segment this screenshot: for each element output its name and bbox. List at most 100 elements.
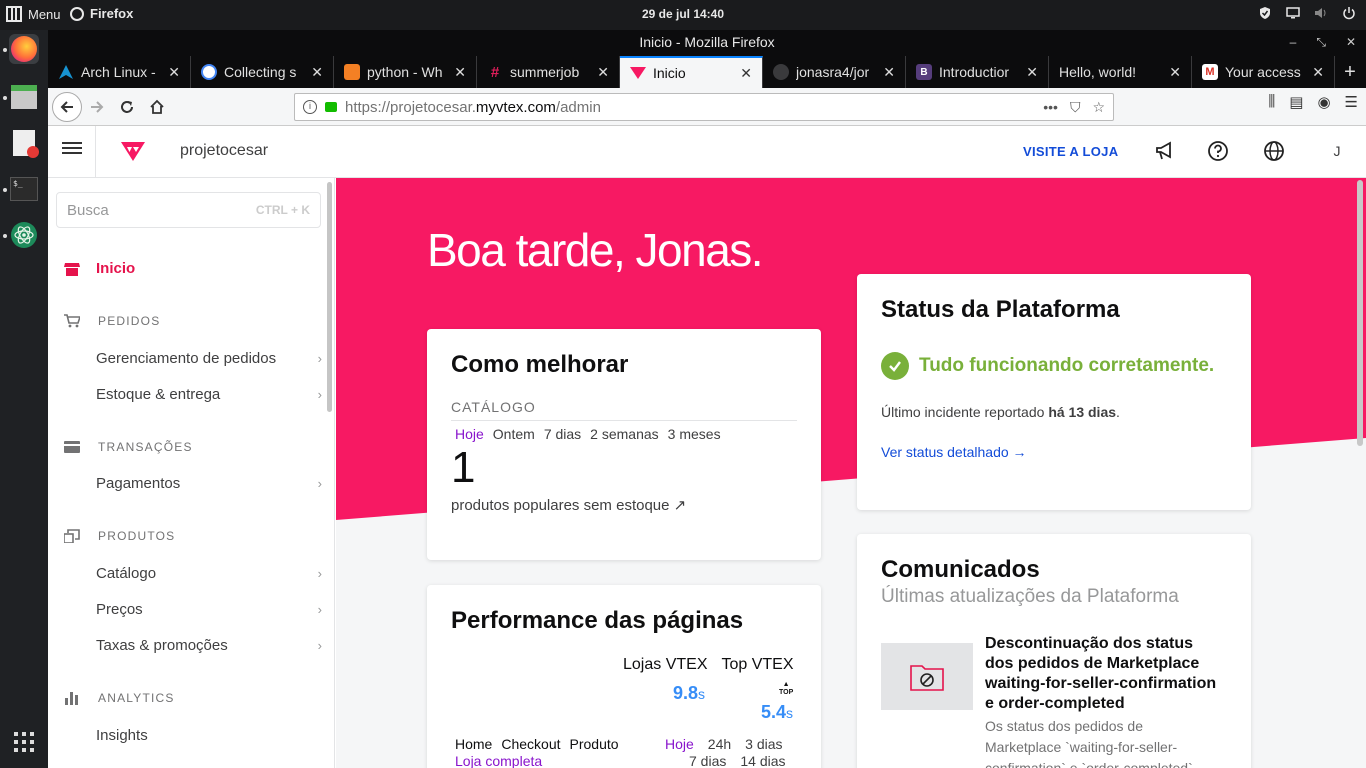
display-icon[interactable]: [1286, 6, 1300, 20]
sidebar-item-inicio[interactable]: Inicio: [64, 260, 135, 277]
close-tab-icon[interactable]: ✕: [740, 65, 752, 82]
vtex-logo-icon[interactable]: [120, 140, 146, 162]
close-tab-icon[interactable]: ✕: [1026, 64, 1038, 81]
period-option[interactable]: 2 semanas: [590, 426, 658, 442]
page-actions-icon[interactable]: •••: [1043, 99, 1058, 116]
home-button[interactable]: [142, 92, 172, 122]
volume-icon[interactable]: [1314, 6, 1328, 20]
page-tab-checkout[interactable]: Checkout: [501, 736, 560, 752]
megaphone-icon[interactable]: [1154, 140, 1176, 162]
shield-icon[interactable]: [1258, 6, 1272, 20]
page-tab-loja-completa[interactable]: Loja completa: [455, 753, 542, 768]
period-option[interactable]: Hoje: [455, 426, 484, 442]
globe-icon[interactable]: [1263, 140, 1285, 162]
sidebar-section-analytics: ANALYTICS: [64, 691, 175, 705]
minimize-icon[interactable]: ‒: [1290, 30, 1297, 54]
github-icon: [773, 64, 789, 80]
browser-tab[interactable]: Inicio ✕: [620, 56, 763, 88]
visit-store-link[interactable]: VISITE A LOJA: [1023, 144, 1118, 159]
dock-firefox[interactable]: [9, 34, 39, 64]
running-indicator: [3, 48, 7, 52]
search-shortcut: CTRL + K: [255, 203, 310, 217]
browser-tab[interactable]: # summerjob ✕: [477, 56, 620, 88]
performance-card: Performance das páginas Lojas VTEX Top V…: [427, 585, 821, 768]
announcement-thumbnail[interactable]: [881, 643, 973, 710]
time-tab[interactable]: 3 dias: [745, 736, 782, 752]
time-tab[interactable]: 14 dias: [740, 753, 785, 768]
pocket-icon[interactable]: ⛉: [1070, 99, 1081, 116]
browser-tab[interactable]: jonasra4/jor ✕: [763, 56, 906, 88]
extension-icon[interactable]: ◉: [1317, 93, 1330, 111]
user-avatar[interactable]: J: [1324, 138, 1350, 164]
sidebar-item-taxas-promocoes[interactable]: Taxas & promoções ›: [96, 637, 322, 654]
bookmark-star-icon[interactable]: ☆: [1092, 99, 1105, 116]
close-tab-icon[interactable]: ✕: [597, 64, 609, 81]
restore-icon[interactable]: ⤡: [1316, 30, 1326, 54]
sidebar-item-gerenciamento-pedidos[interactable]: Gerenciamento de pedidos ›: [96, 350, 322, 367]
sidebar-item-precos[interactable]: Preços ›: [96, 601, 322, 618]
close-tab-icon[interactable]: ✕: [1169, 64, 1181, 81]
help-icon[interactable]: [1207, 140, 1229, 162]
sidebar-item-insights[interactable]: Insights: [96, 727, 322, 744]
time-tab[interactable]: 24h: [708, 736, 731, 752]
reload-button[interactable]: [112, 92, 142, 122]
window-titlebar[interactable]: Inicio - Mozilla Firefox ‒ ⤡ ✕: [48, 30, 1366, 56]
period-option[interactable]: 7 dias: [544, 426, 581, 442]
close-window-icon[interactable]: ✕: [1346, 30, 1356, 54]
section-title: PRODUTOS: [98, 529, 176, 543]
dock-text-editor[interactable]: [9, 128, 39, 158]
sidebar-item-pagamentos[interactable]: Pagamentos ›: [96, 475, 322, 492]
announcements-title: Comunicados: [881, 556, 1040, 583]
browser-tab[interactable]: Hello, world! ✕: [1049, 56, 1192, 88]
time-tab[interactable]: Hoje: [665, 736, 694, 752]
chevron-right-icon: ›: [317, 387, 322, 402]
content-scrollbar[interactable]: [1357, 180, 1363, 446]
close-tab-icon[interactable]: ✕: [883, 64, 895, 81]
sidebar-toggle-icon[interactable]: ▤: [1289, 93, 1303, 111]
new-tab-button[interactable]: +: [1335, 56, 1365, 88]
tab-label: jonasra4/jor: [796, 64, 870, 80]
browser-tab[interactable]: B Introductior ✕: [906, 56, 1049, 88]
close-tab-icon[interactable]: ✕: [311, 64, 323, 81]
sidebar-menu-toggle[interactable]: [62, 139, 82, 157]
back-button[interactable]: [52, 91, 82, 122]
address-bar[interactable]: i https://projetocesar. myvtex.com/admin …: [294, 93, 1114, 121]
browser-tab[interactable]: python - Wh ✕: [334, 56, 477, 88]
power-icon[interactable]: [1342, 6, 1356, 20]
tab-label: Inicio: [653, 65, 686, 81]
url-prefix: https://projetocesar.: [345, 98, 476, 116]
period-option[interactable]: Ontem: [493, 426, 535, 442]
cart-icon: [64, 314, 80, 328]
close-tab-icon[interactable]: ✕: [454, 64, 466, 81]
period-selector: Hoje Ontem 7 dias 2 semanas 3 meses: [451, 426, 797, 442]
app-grid-button[interactable]: [14, 732, 34, 752]
dock-atom[interactable]: [9, 220, 39, 250]
sidebar-search-input[interactable]: Busca CTRL + K: [56, 192, 321, 228]
period-option[interactable]: 3 meses: [668, 426, 721, 442]
sidebar-item-estoque-entrega[interactable]: Estoque & entrega ›: [96, 386, 322, 403]
sidebar-scrollbar[interactable]: [327, 182, 332, 412]
hamburger-menu-icon[interactable]: ☰: [1345, 93, 1358, 111]
time-range-tabs-row2: 7 dias 14 dias: [689, 753, 786, 768]
dock-file-manager[interactable]: [9, 82, 39, 112]
browser-tab[interactable]: Collecting s ✕: [191, 56, 334, 88]
browser-tab[interactable]: M Your access ✕: [1192, 56, 1335, 88]
main-content: Boa tarde, Jonas. Como melhorar CATÁLOGO…: [336, 178, 1366, 768]
time-tab[interactable]: 7 dias: [689, 753, 726, 768]
detailed-status-link[interactable]: Ver status detalhado →: [881, 444, 1227, 460]
browser-tab[interactable]: Arch Linux - ✕: [48, 56, 191, 88]
info-icon[interactable]: i: [303, 100, 317, 114]
close-tab-icon[interactable]: ✕: [168, 64, 180, 81]
sidebar-item-catalogo[interactable]: Catálogo ›: [96, 565, 322, 582]
close-tab-icon[interactable]: ✕: [1312, 64, 1324, 81]
atom-icon: [11, 222, 37, 248]
page-tab-home[interactable]: Home: [455, 736, 492, 752]
page-tab-produto[interactable]: Produto: [570, 736, 619, 752]
announcement-title-link[interactable]: Descontinuação dos status dos pedidos de…: [985, 634, 1225, 714]
url-host: myvtex.com: [475, 98, 556, 116]
clock[interactable]: 29 de jul 14:40: [0, 7, 1366, 21]
library-icon[interactable]: ⫼: [1268, 93, 1275, 111]
dock-terminal[interactable]: $_: [9, 174, 39, 204]
popular-out-of-stock-link[interactable]: produtos populares sem estoque ↗: [451, 496, 797, 514]
forward-button[interactable]: [82, 92, 112, 122]
